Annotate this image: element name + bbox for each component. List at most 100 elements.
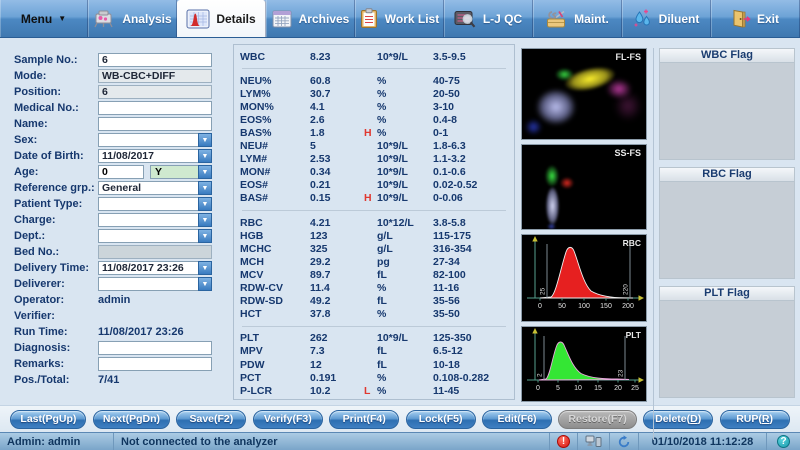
result-unit: 10*12/L <box>377 217 433 229</box>
action-button-next-pgdn[interactable]: Next(PgDn) <box>93 410 170 429</box>
result-unit: fL <box>377 359 433 371</box>
status-message: Not connected to the analyzer <box>114 433 549 450</box>
svg-text:15: 15 <box>594 385 602 392</box>
result-param: PLT <box>240 332 310 344</box>
analysis-icon <box>92 9 116 29</box>
result-unit: % <box>377 385 433 397</box>
main-content: Sample No.:6Mode:WB-CBC+DIFFPosition:6Me… <box>0 38 800 405</box>
result-range: 27-34 <box>433 256 508 268</box>
input-name[interactable] <box>98 117 212 131</box>
result-param: P-LCR <box>240 385 310 397</box>
chevron-down-icon[interactable]: ▼ <box>198 261 212 275</box>
form-label-charge: Charge: <box>14 214 98 226</box>
result-range: 82-100 <box>433 269 508 281</box>
dropdown-charge[interactable]: ▼ <box>98 213 212 227</box>
sample-info-form: Sample No.:6Mode:WB-CBC+DIFFPosition:6Me… <box>4 44 232 388</box>
result-row-bas: BAS#0.15H10*9/L0-0.06 <box>240 192 508 205</box>
form-row-sample-no: Sample No.:6 <box>14 52 232 68</box>
result-value: 2.6 <box>310 114 364 126</box>
input-medical-no[interactable] <box>98 101 212 115</box>
result-row-rdw-cv: RDW-CV11.4%11-16 <box>240 282 508 295</box>
svg-text:0: 0 <box>538 303 542 310</box>
chevron-down-icon[interactable]: ▼ <box>198 149 212 163</box>
action-button-last-pgup[interactable]: Last(PgUp) <box>10 410 86 429</box>
toolbar-item-archives[interactable]: Archives <box>266 0 355 37</box>
result-row-mpv: MPV7.3fL6.5-12 <box>240 345 508 358</box>
result-range: 0.1-0.6 <box>433 166 508 178</box>
chevron-down-icon[interactable]: ▼ <box>198 213 212 227</box>
maint-icon <box>545 9 568 29</box>
network-icon <box>577 433 609 450</box>
form-label-mode: Mode: <box>14 70 98 82</box>
dropdown-age-unit[interactable]: Y▼ <box>150 165 212 179</box>
dropdown-value-delivery-time: 11/08/2017 23:26 <box>102 262 184 274</box>
toolbar-item-exit[interactable]: Exit <box>711 0 800 37</box>
form-row-operator: Operator:admin <box>14 292 232 308</box>
form-label-date-of-birth: Date of Birth: <box>14 150 98 162</box>
dropdown-deliverer[interactable]: ▼ <box>98 277 212 291</box>
action-button-lock-f5[interactable]: Lock(F5) <box>406 410 476 429</box>
result-unit: % <box>377 127 433 139</box>
results-separator <box>242 210 506 211</box>
toolbar-item-details[interactable]: Details <box>177 0 266 37</box>
result-range: 20-50 <box>433 88 508 100</box>
form-row-charge: Charge: ▼ <box>14 212 232 228</box>
result-range: 11-45 <box>433 385 508 397</box>
toolbar-label-exit: Exit <box>757 12 779 26</box>
result-range: 11-16 <box>433 282 508 294</box>
svg-text:100: 100 <box>578 303 590 310</box>
dropdown-dept[interactable]: ▼ <box>98 229 212 243</box>
flag-panel-body-rbc-flag <box>659 182 795 279</box>
result-range: 0-0.06 <box>433 192 508 204</box>
toolbar-item-maint[interactable]: Maint. <box>533 0 622 37</box>
result-row-mon: MON%4.1%3-10 <box>240 100 508 113</box>
result-row-lym: LYM#2.5310*9/L1.1-3.2 <box>240 153 508 166</box>
result-range: 1.1-3.2 <box>433 153 508 165</box>
chevron-down-icon[interactable]: ▼ <box>198 229 212 243</box>
chevron-down-icon[interactable]: ▼ <box>198 277 212 291</box>
form-row-deliverer: Deliverer:▼ <box>14 276 232 292</box>
result-range: 35-50 <box>433 308 508 320</box>
action-button-verify-f3[interactable]: Verify(F3) <box>253 410 323 429</box>
scatter-cluster-lavender <box>546 187 559 225</box>
result-range: 10-18 <box>433 359 508 371</box>
form-row-date-of-birth: Date of Birth:11/08/2017▼ <box>14 148 232 164</box>
toolbar-item-diluent[interactable]: Diluent <box>622 0 711 37</box>
value-pos-total: 7/41 <box>98 373 212 387</box>
result-param: LYM% <box>240 88 310 100</box>
dropdown-date-of-birth[interactable]: 11/08/2017▼ <box>98 149 212 163</box>
form-row-verifier: Verifier: <box>14 308 232 324</box>
svg-text:25: 25 <box>631 385 639 392</box>
chevron-down-icon[interactable]: ▼ <box>198 181 212 195</box>
input-remarks[interactable] <box>98 357 212 371</box>
age-controls: 0 Y▼ <box>98 165 212 179</box>
field-position: 6 <box>98 85 212 99</box>
result-row-neu: NEU#510*9/L1.8-6.3 <box>240 140 508 153</box>
chevron-down-icon[interactable]: ▼ <box>198 165 212 179</box>
toolbar-label-diluent: Diluent <box>659 12 700 26</box>
form-row-patient-type: Patient Type:▼ <box>14 196 232 212</box>
input-age-value[interactable]: 0 <box>98 165 144 179</box>
action-button-print-f4[interactable]: Print(F4) <box>329 410 399 429</box>
toolbar-item-work-list[interactable]: Work List <box>355 0 444 37</box>
action-button-save-f2[interactable]: Save(F2) <box>176 410 246 429</box>
scatter-cluster-green <box>545 165 559 187</box>
form-row-pos-total: Pos./Total:7/41 <box>14 372 232 388</box>
dropdown-patient-type[interactable]: ▼ <box>98 197 212 211</box>
action-button-edit-f6[interactable]: Edit(F6) <box>482 410 552 429</box>
toolbar-item-l-j-qc[interactable]: L-J QC <box>444 0 533 37</box>
chevron-down-icon[interactable]: ▼ <box>198 197 212 211</box>
input-sample-no[interactable]: 6 <box>98 53 212 67</box>
chevron-down-icon[interactable]: ▼ <box>198 133 212 147</box>
dropdown-reference-grp[interactable]: General▼ <box>98 181 212 195</box>
input-diagnosis[interactable] <box>98 341 212 355</box>
dropdown-sex[interactable]: ▼ <box>98 133 212 147</box>
dropdown-delivery-time[interactable]: 11/08/2017 23:26 ▼ <box>98 261 212 275</box>
toolbar-item-analysis[interactable]: Analysis <box>88 0 177 37</box>
result-row-pct: PCT0.191%0.108-0.282 <box>240 371 508 384</box>
result-param: PDW <box>240 359 310 371</box>
toolbar-item-menu[interactable]: Menu▼ <box>0 0 88 37</box>
result-value: 11.4 <box>310 282 364 294</box>
charts-column: FL-FS SS-FS 25220050100150200RBC 2230510… <box>521 48 649 406</box>
result-row-wbc: WBC8.2310*9/L3.5-9.5 <box>240 50 508 63</box>
